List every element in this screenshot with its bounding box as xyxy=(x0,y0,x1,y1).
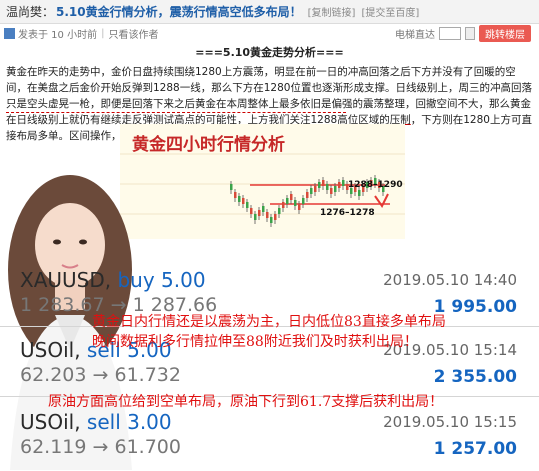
trade-symbol-line: USOil, sell 3.00 xyxy=(20,410,172,434)
copy-link[interactable]: [复制链接] xyxy=(308,4,356,19)
candle-body xyxy=(306,192,309,198)
candle-body xyxy=(294,200,297,206)
trade-symbol: USOil, xyxy=(20,338,81,362)
candle-body xyxy=(258,210,261,216)
trade-symbol-line: XAUUSD, buy 5.00 xyxy=(20,268,206,292)
candle-body xyxy=(238,196,241,202)
candle-body xyxy=(246,202,249,208)
gold-comment-line-2: 晚间数据利多行情拉伸至88附近我们及时获利出局！ xyxy=(92,334,418,350)
jump-button[interactable]: 跳转楼层 xyxy=(479,25,531,42)
trade-price: 62.119 → 61.700 xyxy=(20,436,181,458)
candle-body xyxy=(314,186,317,192)
floor-input[interactable] xyxy=(439,27,461,40)
trade-datetime: 2019.05.10 14:40 xyxy=(383,271,517,289)
candle-body xyxy=(330,188,333,194)
resistance-label: 1288–1290 xyxy=(348,180,403,190)
gold-comment-line-1: 黄金日内行情还是以震荡为主，日内低位83直接多单布局 xyxy=(92,314,446,330)
trade-price: 62.203 → 61.732 xyxy=(20,364,181,386)
price-to: 61.700 xyxy=(114,436,181,458)
submit-baidu-link[interactable]: [提交至百度] xyxy=(361,4,419,19)
trade-profit: 1 257.00 xyxy=(433,439,517,459)
author-name[interactable]: 温尚樊： xyxy=(6,3,54,20)
trade-datetime: 2019.05.10 15:15 xyxy=(383,413,517,431)
candle-body xyxy=(342,180,345,186)
post-time: 发表于 10 小时前 xyxy=(18,29,98,41)
floor-jump: 电梯直达 跳转楼层 xyxy=(395,25,531,42)
trade-profit: 2 355.00 xyxy=(433,367,517,387)
candle-body xyxy=(298,204,301,210)
price-from: 62.119 xyxy=(20,436,87,458)
only-author-link[interactable]: 只看该作者 xyxy=(108,26,158,41)
post-icon xyxy=(4,27,15,39)
candle-body xyxy=(282,202,285,208)
candle-body xyxy=(290,194,293,200)
candle-body xyxy=(270,217,273,223)
separator: | xyxy=(101,27,105,39)
price-from: 62.203 xyxy=(20,364,87,386)
candle-body xyxy=(338,182,341,188)
candle-body xyxy=(266,212,269,218)
candle-body xyxy=(318,182,321,188)
trade-side: sell 3.00 xyxy=(86,410,172,434)
candle-body xyxy=(310,188,313,194)
price-to: 61.732 xyxy=(114,364,181,386)
candle-body xyxy=(234,192,237,198)
trade-side: buy 5.00 xyxy=(117,268,206,292)
support-label: 1276–1278 xyxy=(320,208,375,218)
trade-profit: 1 995.00 xyxy=(433,297,517,317)
thread-title: 5.10黄金行情分析，震荡行情高空低多布局！ xyxy=(56,5,302,19)
candle-body xyxy=(334,186,337,192)
price-arrow: → xyxy=(92,436,109,458)
candle-body xyxy=(262,206,265,212)
candle-body xyxy=(274,214,277,220)
oil-comment-line: 原油方面高位给到空单布局，原油下行到61.7支撑后获利出局！ xyxy=(48,394,444,410)
paragraph-underline xyxy=(6,112,346,113)
candle-body xyxy=(278,208,281,214)
chart-title: 黄金四小时行情分析 xyxy=(132,135,285,155)
candle-body xyxy=(302,198,305,204)
candle-body xyxy=(358,190,361,196)
jump-label: 电梯直达 xyxy=(395,30,435,41)
candle-body xyxy=(254,214,257,220)
trade-symbol: USOil, xyxy=(20,410,81,434)
candle-body xyxy=(322,180,325,186)
candle-body xyxy=(230,184,233,190)
thread-title-bar: 温尚樊： 5.10黄金行情分析，震荡行情高空低多布局！ [复制链接] [提交至百… xyxy=(0,0,539,24)
floor-stepper[interactable] xyxy=(465,27,475,40)
trade-symbol: XAUUSD, xyxy=(20,268,112,292)
post-meta-bar: 发表于 10 小时前 | 只看该作者 电梯直达 跳转楼层 xyxy=(0,24,539,42)
candle-body xyxy=(250,208,253,214)
price-arrow: → xyxy=(92,364,109,386)
candle-body xyxy=(286,198,289,204)
candle-body xyxy=(326,184,329,190)
candle-body xyxy=(242,198,245,204)
section-heading: ===5.10黄金走势分析=== xyxy=(195,46,344,59)
